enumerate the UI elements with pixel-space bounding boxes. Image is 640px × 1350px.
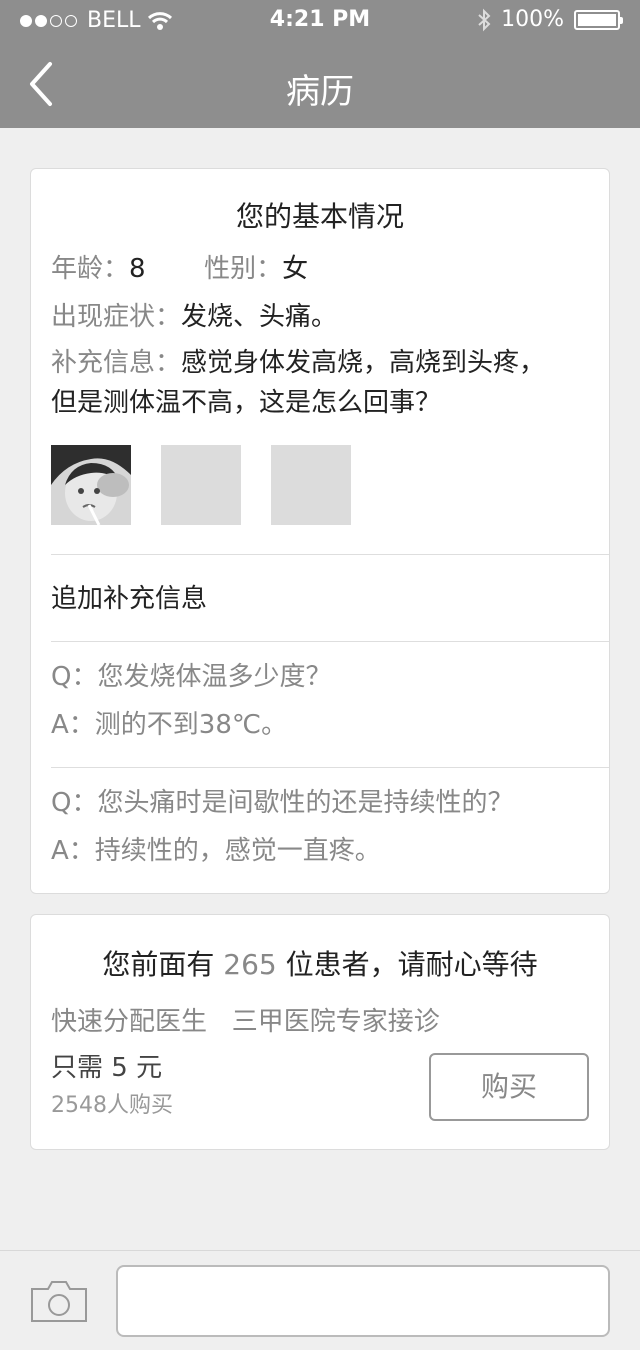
divider [51, 767, 609, 768]
extra-info-row-2: 但是测体温不高，这是怎么回事？ [51, 379, 441, 427]
divider [51, 641, 609, 642]
q-prefix: Q： [51, 662, 98, 692]
answer-text: 测的不到38℃。 [94, 710, 288, 740]
queue-count: 265 [223, 948, 277, 981]
page-title: 病历 [286, 72, 354, 112]
battery-percent: 100% [501, 7, 564, 32]
top-bar: BELL 4:21 PM 100% 病历 [0, 0, 640, 128]
status-bar: BELL 4:21 PM 100% [0, 0, 640, 40]
input-bar [0, 1250, 640, 1350]
patient-photo[interactable] [51, 445, 131, 525]
q-prefix: Q： [51, 788, 98, 818]
symptoms-row: 出现症状：发烧、头痛。 [51, 293, 337, 341]
question-text: 您发烧体温多少度？ [97, 662, 332, 692]
photo-list [51, 445, 351, 525]
medical-record-card: 您的基本情况 年龄：8 性别：女 出现症状：发烧、头痛。 补充信息：感觉身体发高… [30, 168, 610, 894]
nav-bar: 病历 [0, 40, 640, 128]
battery-icon [574, 9, 623, 30]
gender-label: 性别： [204, 254, 283, 284]
symptoms-value: 发烧、头痛。 [181, 302, 338, 332]
age-label: 年龄： [51, 254, 130, 284]
queue-before: 您前面有 [102, 948, 224, 981]
message-input[interactable] [116, 1265, 610, 1337]
question-text: 您头痛时是间歇性的还是持续性的？ [97, 788, 514, 818]
queue-card: 您前面有 265 位患者，请耐心等待 快速分配医生 三甲医院专家接诊 只需 5 … [30, 914, 610, 1150]
followup-title: 追加补充信息 [51, 584, 208, 614]
answer-text: 持续性的，感觉一直疼。 [94, 836, 381, 866]
buyers-count: 2548人购买 [51, 1093, 173, 1118]
divider [51, 554, 609, 555]
age-gender-row: 年龄：8 性别：女 [51, 245, 308, 293]
buy-button[interactable]: 购买 [429, 1053, 589, 1121]
camera-icon[interactable] [30, 1279, 88, 1323]
qa-question: Q：您头痛时是间歇性的还是持续性的？ [51, 779, 513, 827]
service-features: 快速分配医生 三甲医院专家接诊 [51, 1007, 440, 1037]
bluetooth-icon [478, 8, 491, 31]
extra-line2: 但是测体温不高，这是怎么回事？ [51, 388, 442, 418]
qa-answer: A：持续性的，感觉一直疼。 [51, 827, 381, 875]
photo-placeholder[interactable] [161, 445, 241, 525]
extra-line1: 感觉身体发高烧，高烧到头疼， [181, 348, 546, 378]
a-prefix: A： [51, 710, 95, 740]
symptoms-label: 出现症状： [51, 302, 182, 332]
a-prefix: A： [51, 836, 95, 866]
basic-info-title: 您的基本情况 [235, 200, 404, 233]
queue-message: 您前面有 265 位患者，请耐心等待 [31, 943, 609, 983]
qa-question: Q：您发烧体温多少度？ [51, 653, 331, 701]
age-value: 8 [129, 254, 146, 284]
child-photo-icon [51, 445, 131, 525]
queue-after: 位患者，请耐心等待 [276, 948, 538, 981]
gender-value: 女 [282, 254, 309, 284]
extra-label: 补充信息： [51, 348, 182, 378]
qa-answer: A：测的不到38℃。 [51, 701, 287, 749]
price-text: 只需 5 元 [51, 1053, 163, 1083]
photo-placeholder[interactable] [271, 445, 351, 525]
